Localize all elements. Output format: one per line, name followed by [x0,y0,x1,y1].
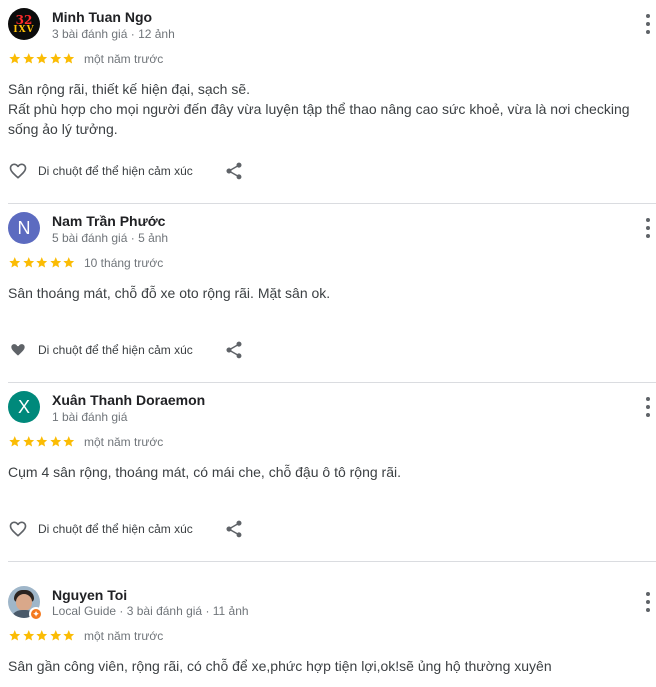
reaction-label: Di chuột để thể hiện cảm xúc [38,522,193,536]
reviewer-meta: 3 bài đánh giá · 12 ảnh [52,27,175,41]
star-icon [22,53,34,64]
star-icon [49,630,61,641]
star-icon [49,436,61,447]
star-icon [22,257,34,268]
star-icon [49,257,61,268]
star-icon [9,257,21,268]
more-options-button[interactable] [642,14,654,34]
divider [8,203,656,204]
avatar[interactable]: X [8,391,40,423]
star-icon [36,257,48,268]
review-text-line: Sân rộng rãi, thiết kế hiện đại, sạch sẽ… [8,81,251,97]
share-icon[interactable] [224,340,244,360]
star-rating [8,435,76,449]
star-icon [49,53,61,64]
star-icon [63,53,75,64]
reaction-label: Di chuột để thể hiện cảm xúc [38,164,193,178]
more-options-button[interactable] [642,592,654,612]
star-icon [9,436,21,447]
avatar-letter: N [17,217,31,238]
reviewer-meta: 1 bài đánh giá [52,410,128,424]
star-icon [63,257,75,268]
star-rating [8,52,76,66]
local-guide-badge-icon: ✦ [29,607,43,621]
review-time: 10 tháng trước [84,256,164,270]
review-time: một năm trước [84,435,164,449]
reviewer-name[interactable]: Nguyen Toi [52,587,127,603]
more-options-button[interactable] [642,218,654,238]
star-rating [8,256,76,270]
review-text: Cụm 4 sân rộng, thoáng mát, có mái che, … [8,462,648,482]
review-text-line: Cụm 4 sân rộng, thoáng mát, có mái che, … [8,464,401,480]
review-text-line: Rất phù hợp cho mọi người đến đây vừa lu… [8,101,630,117]
reviewer-name[interactable]: Nam Trần Phước [52,213,165,229]
star-rating [8,629,76,643]
reviewer-name[interactable]: Minh Tuan Ngo [52,9,152,25]
reviewer-meta: Local Guide · 3 bài đánh giá · 11 ảnh [52,604,249,618]
heart-outline-icon[interactable] [8,340,28,360]
review-time: một năm trước [84,52,164,66]
review-text-line: sống ảo lý tưởng. [8,121,118,137]
star-icon [36,53,48,64]
star-icon [36,436,48,447]
avatar-logo-letters: IXV [13,24,35,35]
star-icon [9,630,21,641]
star-icon [9,53,21,64]
avatar[interactable]: 32 IXV [8,8,40,40]
reviewer-meta: 5 bài đánh giá · 5 ảnh [52,231,169,245]
avatar[interactable]: ✦ [8,586,43,621]
share-icon[interactable] [224,519,244,539]
review-text-line: Sân gần công viên, rộng rãi, có chỗ để x… [8,658,552,674]
star-icon [63,630,75,641]
star-icon [22,436,34,447]
reaction-label: Di chuột để thể hiện cảm xúc [38,343,193,357]
share-icon[interactable] [224,161,244,181]
heart-outline-icon[interactable] [8,519,28,539]
avatar-letter: X [17,396,30,417]
more-options-button[interactable] [642,397,654,417]
divider [8,382,656,383]
reviewer-name[interactable]: Xuân Thanh Doraemon [52,392,205,408]
heart-outline-icon[interactable] [8,161,28,181]
review-text: Sân rộng rãi, thiết kế hiện đại, sạch sẽ… [8,79,648,139]
divider [8,561,656,562]
review-text: Sân gần công viên, rộng rãi, có chỗ để x… [8,656,648,676]
review-text-line: Sân thoáng mát, chỗ đỗ xe oto rộng rãi. … [8,285,331,301]
star-icon [36,630,48,641]
review-text: Sân thoáng mát, chỗ đỗ xe oto rộng rãi. … [8,283,648,303]
avatar-logo-number: 32 [15,12,33,27]
review-time: một năm trước [84,629,164,643]
star-icon [63,436,75,447]
avatar[interactable]: N [8,212,40,244]
star-icon [22,630,34,641]
